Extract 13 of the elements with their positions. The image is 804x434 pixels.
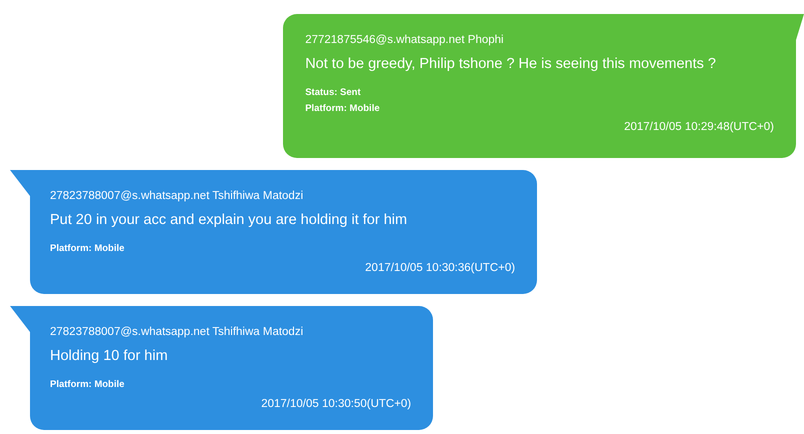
timestamp: 2017/10/05 10:30:50(UTC+0) — [260, 396, 412, 412]
sender-name: 27823788007@s.whatsapp.net Tshifhiwa Matodzi — [50, 190, 304, 204]
timestamp: 2017/10/05 10:29:48(UTC+0) — [623, 120, 774, 135]
message-text: Holding 10 for him — [50, 348, 169, 366]
platform-label: Platform: Mobile — [50, 379, 126, 392]
sender-name: 27721875546@s.whatsapp.net Phophi — [305, 34, 505, 48]
message-text: Put 20 in your acc and explain you are holding it for him — [50, 212, 408, 230]
platform-label: Platform: Mobile — [50, 243, 126, 256]
timestamp: 2017/10/05 10:30:36(UTC+0) — [364, 260, 516, 276]
status-label: Status: Sent — [305, 87, 362, 100]
platform-label: Platform: Mobile — [305, 102, 381, 115]
message-text: Not to be greedy, Philip tshone ? He is seeing this movements ? — [305, 56, 716, 74]
sender-name: 27823788007@s.whatsapp.net Tshifhiwa Matodzi — [50, 326, 304, 340]
